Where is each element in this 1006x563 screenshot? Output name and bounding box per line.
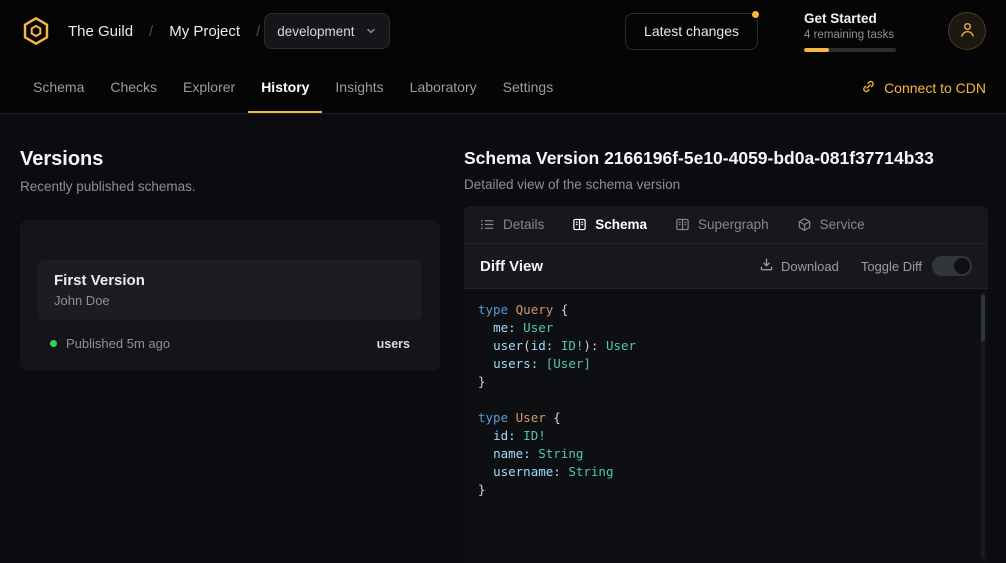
detail-tab-label: Service	[820, 217, 865, 232]
service-badge: users	[377, 337, 410, 351]
chevron-down-icon	[365, 25, 377, 37]
code-line: name: String	[478, 445, 968, 463]
code-line: users: [User]	[478, 355, 968, 373]
diff-view-controls: Download Toggle Diff	[759, 256, 972, 276]
get-started-title: Get Started	[804, 11, 900, 26]
notification-dot	[752, 11, 759, 18]
published-dot-icon	[50, 340, 57, 347]
user-avatar[interactable]	[948, 12, 986, 50]
code-line	[478, 391, 968, 409]
download-button[interactable]: Download	[759, 257, 839, 275]
latest-changes-label: Latest changes	[644, 23, 739, 39]
layout-icon	[675, 217, 690, 232]
diff-toggle-switch[interactable]	[932, 256, 972, 276]
nav-tab-history[interactable]: History	[248, 62, 322, 113]
nav-tab-insights[interactable]: Insights	[322, 62, 396, 113]
versions-title: Versions	[20, 148, 440, 171]
detail-tab-details[interactable]: Details	[480, 217, 544, 232]
user-icon	[957, 19, 978, 43]
code-line: id: ID!	[478, 427, 968, 445]
version-detail-tabs: Details Schema Supergraph Service	[464, 206, 988, 244]
detail-tab-schema[interactable]: Schema	[572, 217, 647, 232]
code-line: }	[478, 373, 968, 391]
toggle-diff-control: Toggle Diff	[861, 256, 972, 276]
connect-to-cdn-button[interactable]: Connect to CDN	[861, 62, 986, 113]
nav-tabs: SchemaChecksExplorerHistoryInsightsLabor…	[20, 62, 566, 113]
code-line: user(id: ID!): User	[478, 337, 968, 355]
toggle-knob	[954, 258, 970, 274]
versions-subtitle: Recently published schemas.	[20, 179, 440, 194]
list-icon	[480, 217, 495, 232]
get-started-widget[interactable]: Get Started 4 remaining tasks	[804, 11, 900, 52]
version-author: John Doe	[54, 293, 406, 308]
breadcrumb-org[interactable]: The Guild	[68, 23, 133, 40]
version-status-row: Published 5m ago users	[38, 336, 422, 351]
detail-tab-label: Details	[503, 217, 544, 232]
environment-select-value: development	[277, 24, 354, 39]
nav-tab-explorer[interactable]: Explorer	[170, 62, 248, 113]
nav-tab-settings[interactable]: Settings	[490, 62, 567, 113]
connect-to-cdn-label: Connect to CDN	[884, 80, 986, 96]
nav-tab-checks[interactable]: Checks	[97, 62, 170, 113]
version-status: Published 5m ago	[66, 336, 170, 351]
toggle-diff-label: Toggle Diff	[861, 259, 922, 274]
code-line: me: User	[478, 319, 968, 337]
diff-view-header: Diff View Download Toggle Diff	[464, 244, 988, 288]
code-scrollbar	[981, 293, 985, 559]
environment-select[interactable]: development	[264, 13, 389, 49]
diff-view-title: Diff View	[480, 258, 543, 275]
breadcrumb-separator: /	[256, 23, 260, 40]
detail-tab-supergraph[interactable]: Supergraph	[675, 217, 769, 232]
version-list-item[interactable]: First Version John Doe Published 5m ago use…	[38, 260, 422, 351]
code-line: type Query {	[478, 301, 968, 319]
detail-tab-service[interactable]: Service	[797, 217, 865, 232]
version-item-main[interactable]: First Version John Doe	[38, 260, 422, 320]
version-detail-column: Schema Version 2166196f-5e10-4059-bd0a-0…	[464, 148, 988, 563]
code-line: type User {	[478, 409, 968, 427]
get-started-progress-fill	[804, 48, 829, 52]
link-icon	[861, 79, 876, 97]
version-detail-panel: Details Schema Supergraph Service Diff View…	[464, 206, 988, 563]
detail-tab-label: Schema	[595, 217, 647, 232]
main-nav: SchemaChecksExplorerHistoryInsightsLabor…	[0, 62, 1006, 114]
schema-code-viewer: type Query { me: User user(id: ID!): Use…	[464, 288, 988, 563]
versions-list: First Version John Doe Published 5m ago use…	[38, 260, 422, 351]
detail-tab-label: Supergraph	[698, 217, 769, 232]
version-detail-subtitle: Detailed view of the schema version	[464, 177, 988, 192]
code-scrollbar-thumb[interactable]	[981, 295, 985, 341]
schema-code: type Query { me: User user(id: ID!): Use…	[478, 301, 968, 499]
nav-tab-laboratory[interactable]: Laboratory	[397, 62, 490, 113]
version-detail-title: Schema Version 2166196f-5e10-4059-bd0a-0…	[464, 148, 988, 169]
get-started-subtitle: 4 remaining tasks	[804, 29, 900, 41]
download-icon	[759, 257, 774, 275]
breadcrumb-project[interactable]: My Project	[169, 23, 240, 40]
breadcrumb-separator: /	[149, 23, 153, 40]
top-header: The Guild / My Project / development Lat…	[0, 0, 1006, 62]
cube-icon	[797, 217, 812, 232]
code-line: }	[478, 481, 968, 499]
breadcrumb: The Guild / My Project /	[68, 23, 260, 40]
hive-logo-icon[interactable]	[20, 15, 52, 47]
get-started-progress	[804, 48, 896, 52]
nav-tab-schema[interactable]: Schema	[20, 62, 97, 113]
download-label: Download	[781, 259, 839, 274]
code-line: username: String	[478, 463, 968, 481]
layout-icon	[572, 217, 587, 232]
latest-changes-button[interactable]: Latest changes	[625, 13, 758, 50]
main-content: Versions Recently published schemas. Fir…	[0, 114, 1006, 563]
versions-card: First Version John Doe Published 5m ago use…	[20, 220, 440, 371]
versions-column: Versions Recently published schemas. Fir…	[20, 148, 440, 563]
version-name: First Version	[54, 272, 406, 289]
